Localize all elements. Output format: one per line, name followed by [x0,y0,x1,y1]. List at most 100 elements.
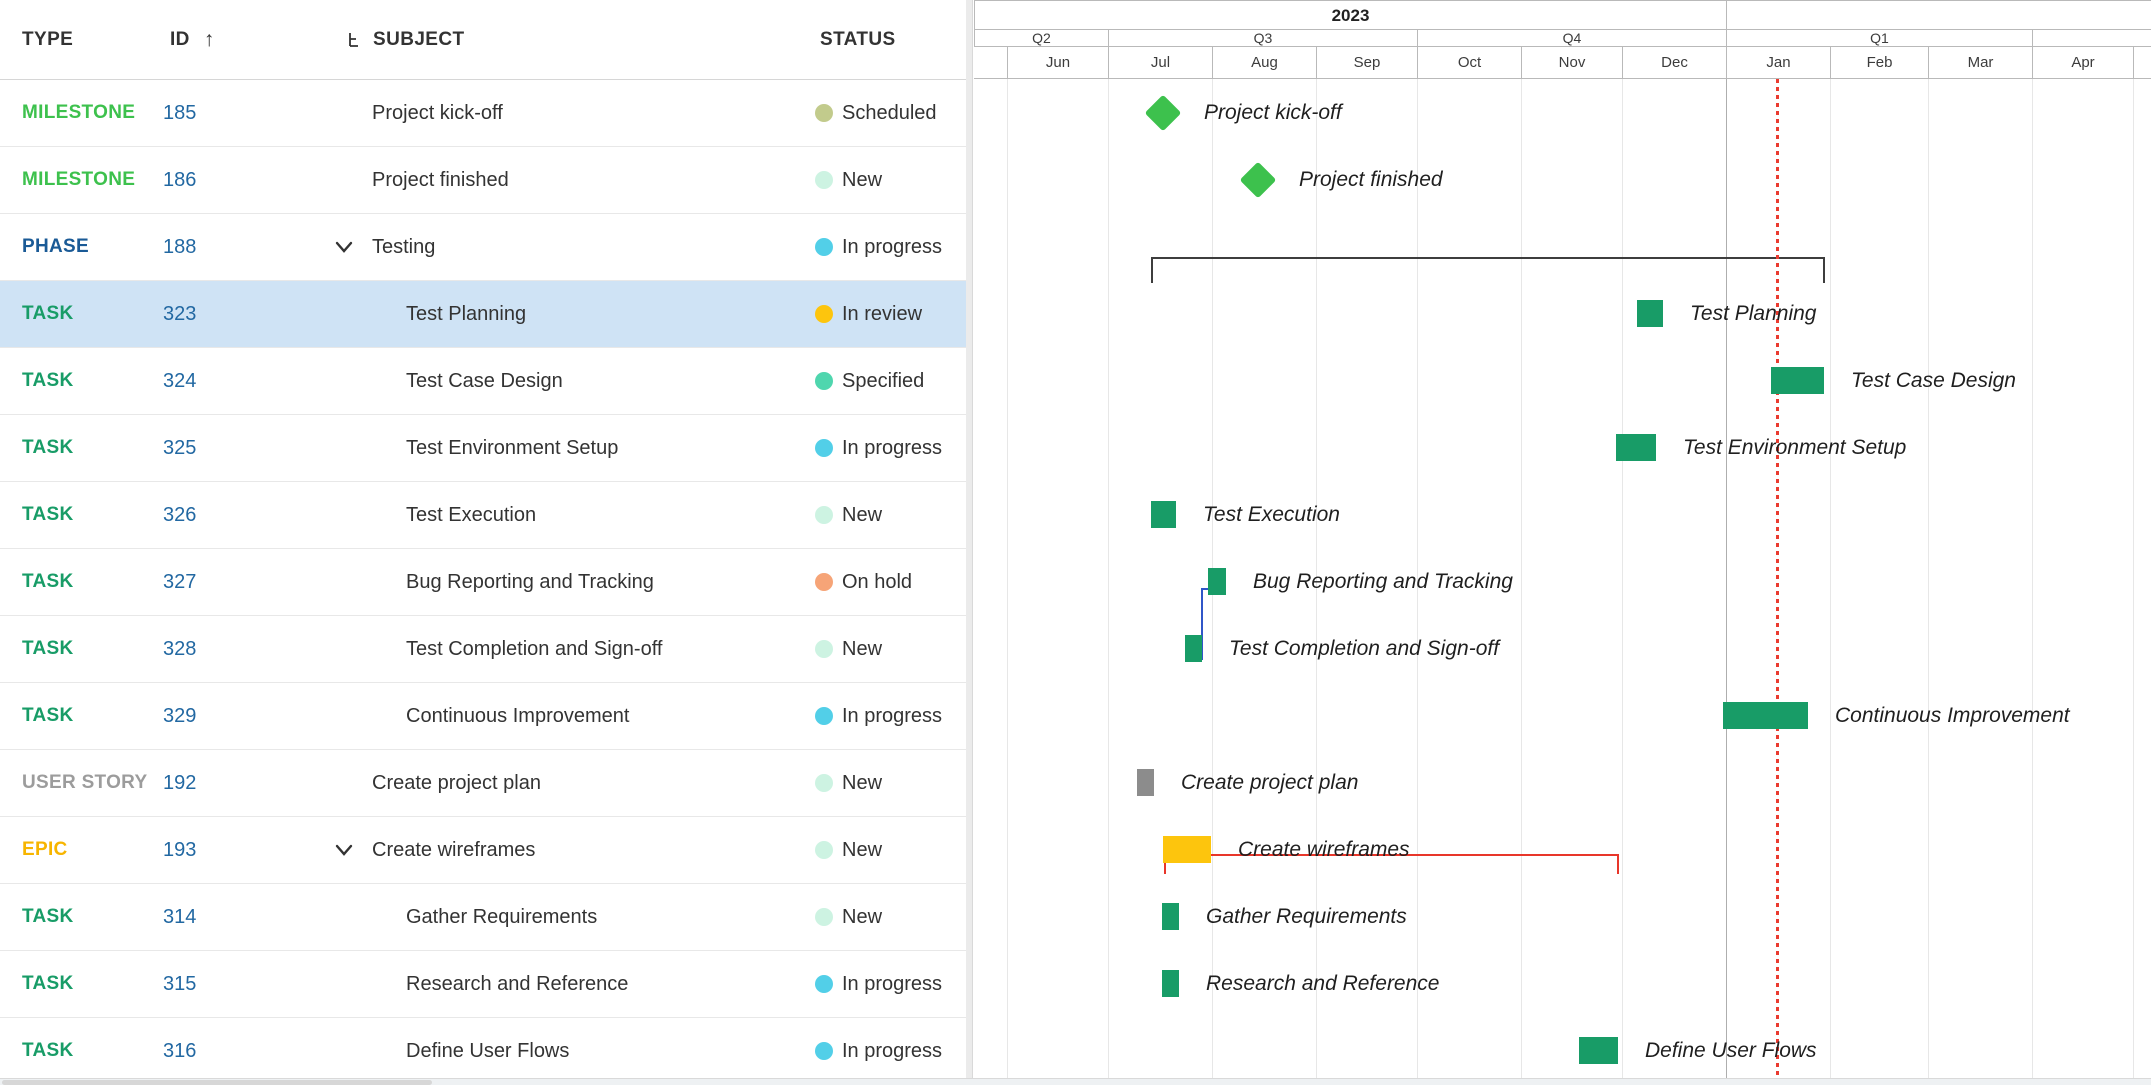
pane-divider[interactable] [966,0,973,1085]
work-package-id-link[interactable]: 315 [163,951,196,1017]
table-row[interactable]: TASK323Test PlanningIn review [0,281,966,348]
gantt-milestone-diamond[interactable] [1145,95,1182,132]
gantt-task-bar[interactable] [1723,702,1808,729]
subject-label: Test Planning [406,281,526,347]
gantt-milestone-diamond[interactable] [1240,162,1277,199]
work-package-id-link[interactable]: 327 [163,549,196,615]
column-header-status[interactable]: STATUS [820,0,896,79]
gantt-task-bar[interactable] [1162,903,1179,930]
collapse-caret-icon[interactable] [334,817,354,883]
column-header-type-label: TYPE [22,29,73,51]
table-row[interactable]: MILESTONE186Project finishedNew [0,147,966,214]
work-package-id-link[interactable]: 323 [163,281,196,347]
column-header-subject-label: SUBJECT [373,29,464,51]
status-dot [815,171,833,189]
status-cell: On hold [815,549,912,615]
status-label: In progress [842,236,942,259]
work-package-id-link[interactable]: 186 [163,147,196,213]
month-cell-feb: Feb [1830,47,1928,78]
relation-line-193-316 [1617,854,1619,874]
status-label: New [842,638,882,661]
table-row[interactable]: EPIC193Create wireframesNew [0,817,966,884]
status-dot [815,238,833,256]
gantt-bar-label: Bug Reporting and Tracking [1253,568,1513,595]
gantt-milestone-label: Project finished [1299,166,1443,193]
gantt-phase-bracket[interactable] [1151,257,1825,283]
horizontal-scrollbar-thumb[interactable] [2,1080,432,1085]
column-header-id[interactable]: ID ↑ [170,0,215,79]
table-row[interactable]: TASK315Research and ReferenceIn progress [0,951,966,1018]
horizontal-scrollbar[interactable] [0,1078,2151,1085]
gantt-bar-label: Test Completion and Sign-off [1229,635,1499,662]
work-package-id-link[interactable]: 193 [163,817,196,883]
table-row[interactable]: TASK326Test ExecutionNew [0,482,966,549]
work-package-id-link[interactable]: 329 [163,683,196,749]
table-row[interactable]: TASK328Test Completion and Sign-offNew [0,616,966,683]
status-cell: New [815,482,882,548]
work-package-id-link[interactable]: 326 [163,482,196,548]
table-row[interactable]: USER STORY192Create project planNew [0,750,966,817]
status-dot [815,305,833,323]
work-package-id-link[interactable]: 316 [163,1018,196,1084]
table-row[interactable]: TASK327Bug Reporting and TrackingOn hold [0,549,966,616]
status-label: New [842,839,882,862]
gantt-task-bar[interactable] [1637,300,1663,327]
gantt-task-bar[interactable] [1616,434,1656,461]
table-row[interactable]: TASK314Gather RequirementsNew [0,884,966,951]
status-dot [815,506,833,524]
gantt-task-bar[interactable] [1151,501,1176,528]
work-package-id-link[interactable]: 328 [163,616,196,682]
column-header-subject[interactable]: SUBJECT [346,0,464,79]
gantt-task-bar[interactable] [1579,1037,1618,1064]
month-cell-nov: Nov [1521,47,1622,78]
table-row[interactable]: MILESTONE185Project kick-offScheduled [0,80,966,147]
collapse-caret-icon[interactable] [334,214,354,280]
work-package-id-link[interactable]: 185 [163,80,196,146]
type-label: TASK [22,415,74,481]
month-cell-may: May [974,47,1007,78]
gantt-bar-label: Test Planning [1690,300,1816,327]
status-label: New [842,906,882,929]
month-cell-may: May [2133,47,2151,78]
gantt-task-bar[interactable] [1771,367,1824,394]
status-dot [815,372,833,390]
work-package-id-link[interactable]: 192 [163,750,196,816]
gantt-task-bar[interactable] [1185,635,1202,662]
work-package-id-link[interactable]: 314 [163,884,196,950]
table-row[interactable]: PHASE188TestingIn progress [0,214,966,281]
status-cell: Specified [815,348,924,414]
gantt-task-bar[interactable] [1208,568,1226,595]
type-label: TASK [22,951,74,1017]
status-dot [815,573,833,591]
column-header-id-label: ID [170,29,190,51]
month-cell-apr: Apr [2032,47,2133,78]
table-row[interactable]: TASK 325 Test Environment Setup In progress [0,415,966,482]
status-cell: In progress [815,415,942,481]
table-row[interactable]: TASK324Test Case DesignSpecified [0,348,966,415]
gantt-task-bar[interactable] [1137,769,1154,796]
subject-label: Project finished [372,147,509,213]
work-package-id-link[interactable]: 325 [163,415,196,481]
status-cell: New [815,147,882,213]
table-row[interactable]: TASK329Continuous ImprovementIn progress [0,683,966,750]
status-cell: New [815,750,882,816]
status-cell: In progress [815,1018,942,1084]
month-gridline [1830,79,1831,1078]
subject-label: Test Execution [406,482,536,548]
type-label: TASK [22,281,74,347]
subject-label: Create wireframes [372,817,535,883]
gantt-task-bar[interactable] [1162,970,1179,997]
month-cell-aug: Aug [1212,47,1316,78]
month-gridline [1521,79,1522,1078]
status-dot [815,908,833,926]
status-label: Specified [842,370,924,393]
subject-label: Test Environment Setup [406,415,618,481]
work-package-id-link[interactable]: 324 [163,348,196,414]
column-header-type[interactable]: TYPE [22,0,73,79]
gantt-bar-label: Create wireframes [1238,836,1410,863]
work-package-id-link[interactable]: 188 [163,214,196,280]
status-label: New [842,772,882,795]
table-header-row: TYPE ID ↑ SUBJECT STATUS [0,0,966,80]
table-row[interactable]: TASK316Define User FlowsIn progress [0,1018,966,1085]
gantt-task-bar[interactable] [1163,836,1211,863]
